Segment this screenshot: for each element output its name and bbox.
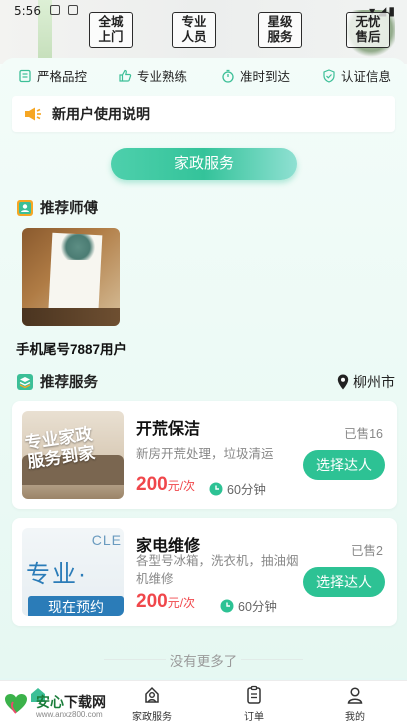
service-sold-count: 已售16	[344, 427, 383, 441]
service-duration: 60分钟	[209, 479, 266, 498]
order-icon	[247, 685, 261, 704]
clock-icon	[209, 482, 223, 495]
badge-star-service-label: 星级 服务	[267, 15, 293, 44]
feature-skilled-label: 专业熟练	[137, 70, 188, 84]
city-selector[interactable]: 柳州市	[337, 372, 395, 392]
badge-citywide: 全城 上门	[89, 12, 133, 48]
quality-icon	[19, 69, 31, 82]
service-price-value: 200	[136, 591, 168, 612]
feature-strip: 严格品控 专业熟练 准时到达 认证信息	[0, 64, 407, 86]
feature-certified: 认证信息	[322, 66, 391, 85]
notification-icon	[50, 5, 60, 15]
recommended-services-header: 推荐服务	[16, 371, 98, 392]
tab-orders-label: 订单	[244, 712, 264, 723]
badge-professional-label: 专业 人员	[181, 15, 207, 44]
feature-skilled: 专业熟练	[118, 66, 187, 85]
notification-icon	[68, 5, 78, 15]
watermark-name-green: 安心	[36, 694, 64, 710]
clock-icon	[220, 599, 234, 612]
service-image: 专业家政 服务到家	[22, 411, 124, 499]
housekeeping-service-button[interactable]: 家政服务	[111, 148, 297, 180]
feature-quality-label: 严格品控	[37, 70, 88, 84]
location-pin-icon	[337, 374, 349, 390]
image-text-pro: 专业·	[26, 561, 88, 588]
megaphone-icon	[25, 107, 41, 121]
service-card[interactable]: 专业家政 服务到家 开荒保洁 已售16 新房开荒处理，垃圾清运 200元/次 6…	[12, 401, 397, 509]
tab-service[interactable]: 家政服务	[122, 685, 182, 723]
tab-mine[interactable]: 我的	[325, 685, 385, 723]
service-icon	[145, 686, 159, 703]
choose-expert-button[interactable]: 选择达人	[303, 567, 385, 597]
status-time: 5:56	[14, 4, 41, 18]
tab-orders[interactable]: 订单	[224, 685, 284, 723]
feature-ontime: 准时到达	[221, 66, 290, 85]
shield-check-icon	[323, 68, 335, 83]
service-description: 各型号冰箱，洗衣机，抽油烟机维修	[136, 554, 299, 586]
service-duration: 60分钟	[220, 596, 277, 615]
image-text-cle: CLE	[91, 532, 122, 548]
service-description: 新房开荒处理，垃圾清运	[136, 447, 274, 461]
new-user-guide-label: 新用户使用说明	[52, 106, 150, 122]
stopwatch-icon	[222, 69, 234, 83]
feature-certified-label: 认证信息	[341, 70, 392, 84]
feature-ontime-label: 准时到达	[240, 70, 291, 84]
layers-icon	[17, 373, 33, 390]
master-name[interactable]: 手机尾号7887用户	[16, 338, 127, 358]
choose-expert-button[interactable]: 选择达人	[303, 450, 385, 480]
recommended-masters-header: 推荐师傅	[16, 197, 98, 218]
watermark-name-black: 下载网	[64, 694, 106, 710]
service-price: 200元/次	[136, 591, 195, 613]
image-banner: 现在预约	[28, 596, 124, 616]
service-price: 200元/次	[136, 474, 195, 496]
watermark-heart-logo	[5, 694, 27, 714]
service-price-unit: 元/次	[167, 596, 196, 610]
watermark: 安心下载网 www.anxz800.com	[0, 688, 110, 724]
user-icon	[347, 687, 363, 704]
no-more-indicator: 没有更多了	[0, 650, 407, 670]
badge-citywide-label: 全城 上门	[98, 15, 124, 44]
feature-quality: 严格品控	[18, 66, 87, 85]
tab-service-label: 家政服务	[132, 712, 172, 723]
service-duration-label: 60分钟	[238, 600, 277, 614]
master-badge-icon	[17, 199, 33, 216]
master-avatar[interactable]	[22, 228, 120, 326]
badge-star-service: 星级 服务	[258, 12, 302, 48]
service-sold-count: 已售2	[351, 544, 383, 558]
image-text-book: 现在预约	[48, 599, 104, 615]
badge-worry-free-label: 无忧 售后	[355, 15, 381, 44]
tab-mine-label: 我的	[345, 712, 365, 723]
thumbs-up-icon	[119, 69, 132, 82]
master-photo-tree	[58, 234, 98, 260]
service-image: CLE 专业· 现在预约	[22, 528, 124, 616]
master-photo-floor	[22, 308, 120, 326]
service-price-value: 200	[136, 474, 168, 495]
service-card[interactable]: CLE 专业· 现在预约 家电维修 已售2 各型号冰箱，洗衣机，抽油烟机维修 2…	[12, 518, 397, 626]
recommended-masters-title: 推荐师傅	[40, 201, 98, 217]
watermark-url: www.anxz800.com	[36, 710, 103, 719]
new-user-guide[interactable]: 新用户使用说明	[12, 96, 395, 132]
service-price-unit: 元/次	[167, 479, 196, 493]
watermark-name: 安心下载网	[36, 692, 106, 712]
city-name: 柳州市	[353, 374, 395, 390]
service-duration-label: 60分钟	[227, 483, 266, 497]
badge-worry-free: 无忧 售后	[346, 12, 390, 48]
recommended-services-title: 推荐服务	[40, 375, 98, 391]
service-title: 开荒保洁	[136, 421, 201, 438]
badge-professional: 专业 人员	[172, 12, 216, 48]
